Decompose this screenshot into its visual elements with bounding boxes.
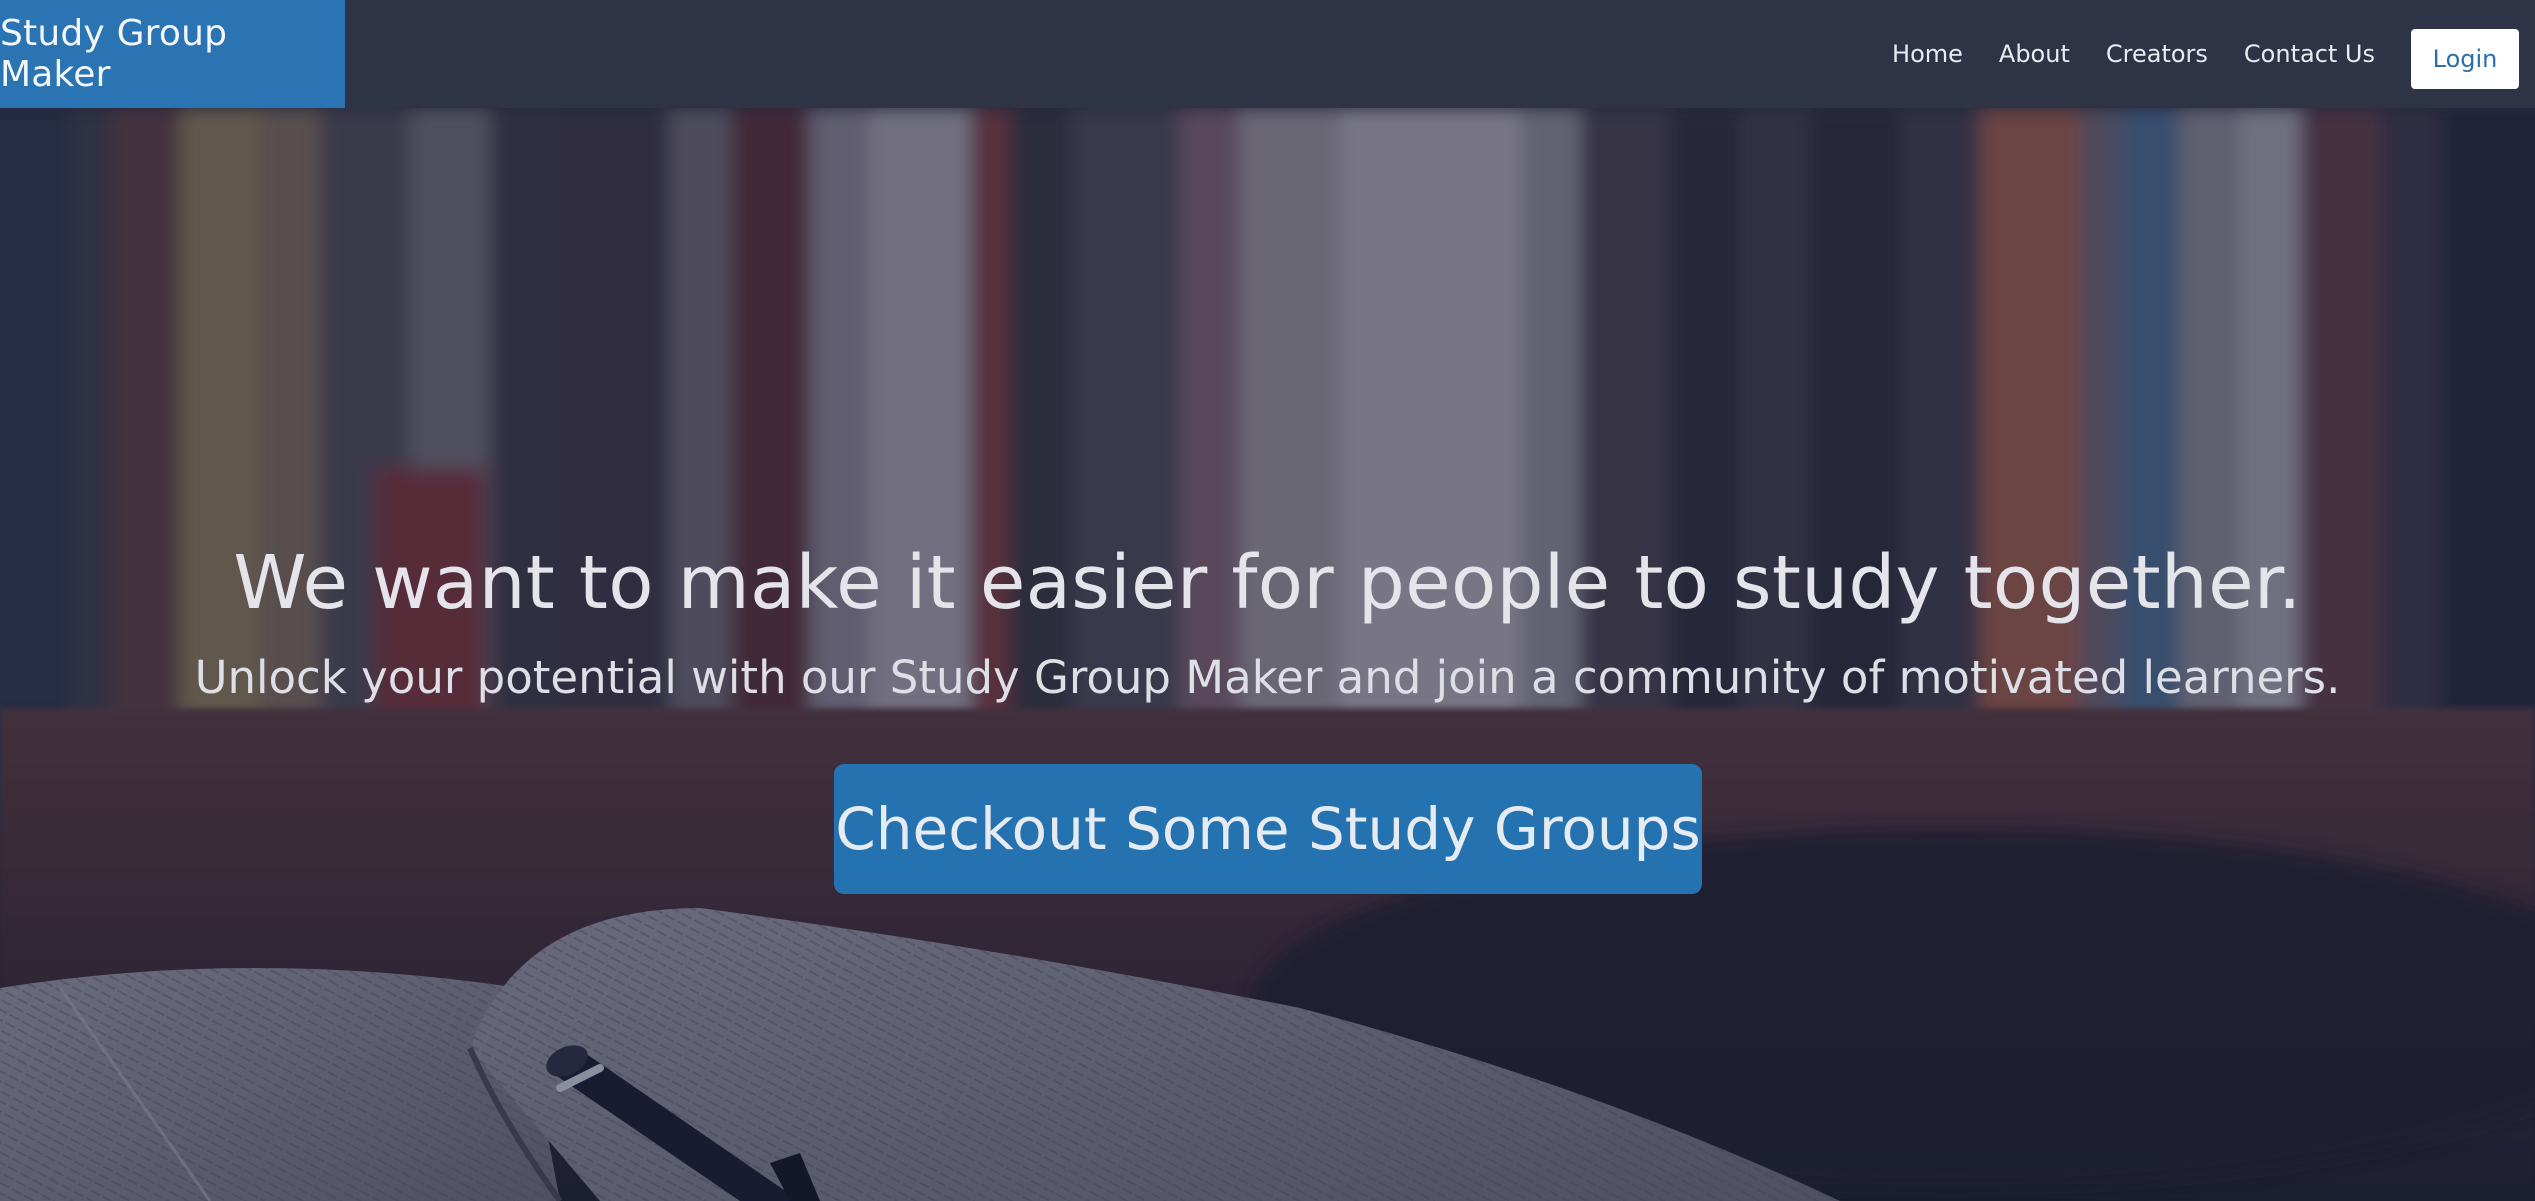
hero-subtitle: Unlock your potential with our Study Gro…: [194, 651, 2341, 704]
checkout-study-groups-button[interactable]: Checkout Some Study Groups: [834, 764, 1702, 894]
login-button[interactable]: Login: [2411, 29, 2519, 89]
brand-logo-link[interactable]: Study Group Maker: [0, 0, 345, 108]
nav-link-creators[interactable]: Creators: [2106, 40, 2208, 68]
hero-section: We want to make it easier for people to …: [0, 108, 2535, 1201]
hero-title: We want to make it easier for people to …: [233, 540, 2302, 626]
nav-link-contact-us[interactable]: Contact Us: [2244, 40, 2375, 68]
nav-link-home[interactable]: Home: [1892, 40, 1963, 68]
nav-link-about[interactable]: About: [1999, 40, 2070, 68]
navbar: Study Group Maker Home About Creators Co…: [0, 0, 2535, 108]
nav-links: Home About Creators Contact Us Login: [1892, 0, 2519, 108]
